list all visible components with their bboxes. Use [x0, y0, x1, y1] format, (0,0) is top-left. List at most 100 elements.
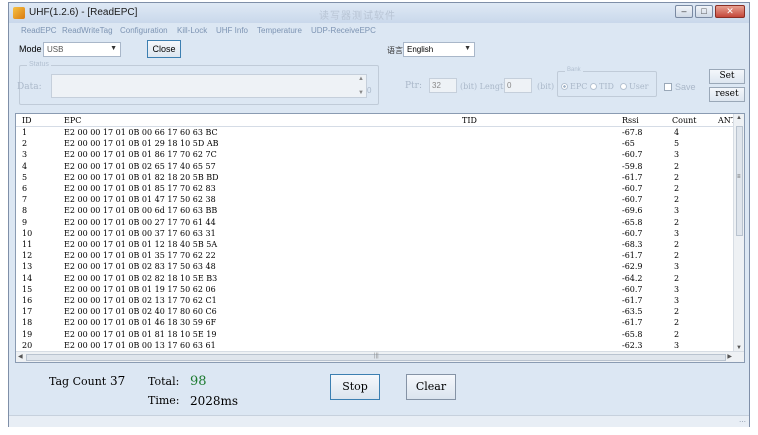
title-bar[interactable]: UHF(1.2.6) - [ReadEPC] 读写器测试软件 – □ ✕ — [9, 3, 749, 23]
scroll-up-icon[interactable]: ▲ — [736, 115, 742, 121]
cell-id: 6 — [22, 184, 28, 193]
radio-selected-icon — [561, 83, 568, 90]
table-row[interactable]: 8 E2 00 00 17 01 0B 00 6d 17 60 63 BB -69.… — [16, 206, 734, 217]
cell-id: 14 — [22, 273, 33, 283]
cell-count: 2 — [674, 161, 680, 171]
spin-up-icon[interactable]: ▲ — [358, 76, 364, 82]
cell-rssi: -65 — [622, 139, 635, 149]
table-row[interactable]: 14 E2 00 00 17 01 0B 02 82 18 10 5E B3 -64… — [16, 274, 734, 285]
data-input[interactable]: ▲ ▼ — [51, 74, 367, 98]
close-connection-button[interactable]: Close — [147, 40, 181, 58]
tag-count-value: 37 — [110, 374, 126, 388]
cell-id: 7 — [22, 195, 28, 205]
window-close-button[interactable]: ✕ — [715, 5, 745, 18]
cell-count: 3 — [674, 262, 680, 272]
cell-id: 8 — [22, 206, 28, 216]
bank-radio-epc[interactable]: EPC — [561, 82, 587, 91]
table-row[interactable]: 13 E2 00 00 17 01 0B 02 83 17 50 63 48 -62… — [16, 262, 734, 273]
column-header-epc[interactable]: EPC — [64, 116, 81, 125]
table-row[interactable]: 5 E2 00 00 17 01 0B 01 82 18 20 5B BD -61.… — [16, 173, 734, 184]
table-row[interactable]: 1 E2 00 00 17 01 0B 00 66 17 60 63 BC -67.… — [16, 128, 734, 139]
cell-id: 16 — [22, 296, 33, 305]
table-header: ID EPC TID Rssi Count ANT — [16, 114, 736, 127]
cell-rssi: -62.9 — [622, 262, 643, 272]
column-header-tid[interactable]: TID — [462, 116, 477, 125]
stop-button[interactable]: Stop — [330, 374, 380, 400]
bank-option-label: User — [629, 82, 649, 91]
menu-item-uhf-info[interactable]: UHF Info — [216, 26, 248, 35]
table-row[interactable]: 17 E2 00 00 17 01 0B 02 40 17 80 60 C6 -63… — [16, 307, 734, 318]
cell-rssi: -65.8 — [622, 217, 643, 227]
cell-id: 17 — [22, 307, 33, 317]
cell-rssi: -61.7 — [622, 172, 643, 182]
menu-item-readepc[interactable]: ReadEPC — [21, 26, 57, 35]
time-label: Time: — [148, 394, 180, 407]
parameter-panel: Status Data: ▲ ▼ 0 Ptr: 32 (bit) Length:… — [13, 61, 745, 107]
checkbox-icon — [664, 83, 672, 91]
length-input[interactable]: 0 — [504, 78, 532, 93]
table-row[interactable]: 6 E2 00 00 17 01 0B 01 85 17 70 62 83 -60.… — [16, 184, 734, 195]
window-title: UHF(1.2.6) - [ReadEPC] — [29, 7, 138, 18]
maximize-button[interactable]: □ — [695, 5, 713, 18]
column-header-id[interactable]: ID — [22, 116, 32, 125]
save-checkbox[interactable]: Save — [664, 82, 696, 92]
radio-icon — [590, 83, 597, 90]
cell-rssi: -63.5 — [622, 307, 643, 317]
menu-item-readwritetag[interactable]: ReadWriteTag — [62, 26, 113, 35]
cell-count: 2 — [674, 318, 680, 328]
cell-rssi: -60.7 — [622, 284, 643, 294]
epc-table[interactable]: ID EPC TID Rssi Count ANT 1 E2 00 00 17 0… — [15, 113, 745, 363]
bank-radio-user[interactable]: User — [620, 82, 648, 91]
cell-count: 5 — [674, 139, 680, 149]
table-row[interactable]: 12 E2 00 00 17 01 0B 01 35 17 70 62 22 -61… — [16, 251, 734, 262]
bank-radio-tid[interactable]: TID — [590, 82, 614, 91]
cell-count: 2 — [674, 273, 680, 283]
vertical-scrollbar[interactable]: ▲ ≡ ▼ — [733, 114, 744, 352]
minimize-button[interactable]: – — [675, 5, 693, 18]
menu-item-configuration[interactable]: Configuration — [120, 26, 168, 35]
cell-count: 3 — [674, 228, 680, 238]
language-select[interactable]: English ▼ — [403, 42, 475, 57]
table-row[interactable]: 18 E2 00 00 17 01 0B 01 46 18 30 59 6F -61… — [16, 318, 734, 329]
table-row[interactable]: 11 E2 00 00 17 01 0B 01 12 18 40 5B 5A -68… — [16, 240, 734, 251]
table-row[interactable]: 15 E2 00 00 17 01 0B 01 19 17 50 62 06 -60… — [16, 285, 734, 296]
scroll-right-icon[interactable]: ▶ — [727, 353, 732, 360]
bank-option-label: TID — [599, 82, 614, 91]
table-row[interactable]: 7 E2 00 00 17 01 0B 01 47 17 50 62 38 -60.… — [16, 195, 734, 206]
menu-item-kill-lock[interactable]: Kill-Lock — [177, 26, 207, 35]
ptr-input[interactable]: 32 — [429, 78, 457, 93]
menu-item-temperature[interactable]: Temperature — [257, 26, 302, 35]
scroll-left-icon[interactable]: ◀ — [18, 353, 23, 360]
table-row[interactable]: 2 E2 00 00 17 01 0B 01 29 18 10 5D AB -65 5 — [16, 139, 734, 150]
resize-grip-icon[interactable]: ⋯ — [739, 418, 746, 426]
status-panel: Tag Count 37 Total: 98 Time: 2028ms Stop… — [9, 365, 749, 415]
horizontal-scrollbar[interactable]: ◀ ||| ▶ — [16, 351, 744, 362]
vertical-scroll-thumb[interactable] — [736, 126, 743, 236]
table-row[interactable]: 16 E2 00 00 17 01 0B 02 13 17 70 62 C1 -61… — [16, 296, 734, 307]
tag-count-label: Tag Count — [49, 375, 107, 388]
column-header-count[interactable]: Count — [672, 116, 696, 125]
spin-down-icon[interactable]: ▼ — [358, 90, 364, 96]
set-button[interactable]: Set — [709, 69, 745, 84]
table-row[interactable]: 4 E2 00 00 17 01 0B 02 65 17 40 65 57 -59.… — [16, 162, 734, 173]
table-row[interactable]: 9 E2 00 00 17 01 0B 00 27 17 70 61 44 -65.… — [16, 218, 734, 229]
reset-button[interactable]: reset — [709, 87, 745, 102]
time-value: 2028ms — [190, 394, 239, 408]
cell-id: 15 — [22, 284, 33, 294]
cell-rssi: -65.8 — [622, 329, 643, 339]
mode-select[interactable]: USB ▼ — [43, 42, 121, 57]
bank-option-label: EPC — [570, 82, 588, 91]
cell-id: 3 — [22, 150, 28, 160]
cell-id: 1 — [22, 128, 28, 137]
cell-count: 4 — [674, 128, 680, 137]
column-header-rssi[interactable]: Rssi — [622, 116, 639, 125]
table-row[interactable]: 19 E2 00 00 17 01 0B 01 81 18 10 5E 19 -65… — [16, 330, 734, 341]
clear-button[interactable]: Clear — [406, 374, 456, 400]
menu-item-udp-receiveepc[interactable]: UDP-ReceiveEPC — [311, 26, 376, 35]
table-row[interactable]: 3 E2 00 00 17 01 0B 01 86 17 70 62 7C -60.… — [16, 150, 734, 161]
cell-epc: E2 00 00 17 01 0B 00 27 17 70 61 44 — [64, 217, 216, 227]
table-row[interactable]: 10 E2 00 00 17 01 0B 00 37 17 60 63 31 -60… — [16, 229, 734, 240]
cell-count: 2 — [674, 217, 680, 227]
bank-group-title: Bank — [565, 67, 583, 73]
cell-epc: E2 00 00 17 01 0B 01 19 17 50 62 06 — [64, 284, 216, 294]
